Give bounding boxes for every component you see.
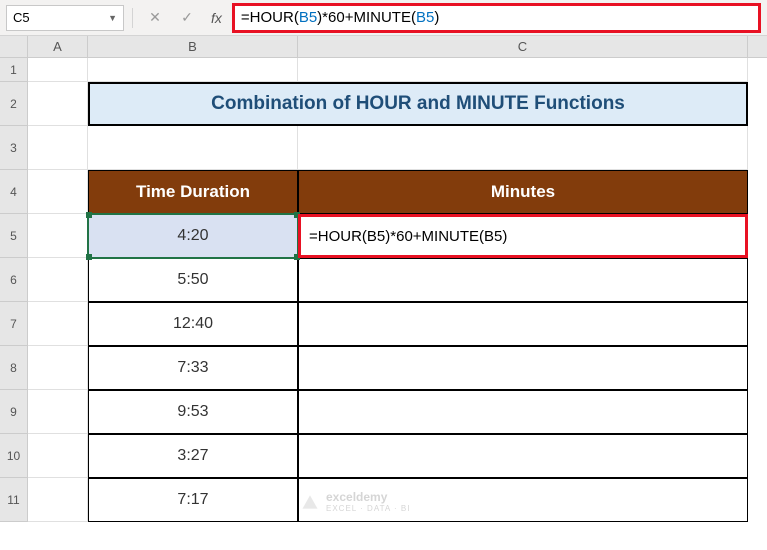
cell-B10[interactable]: 3:27 — [88, 434, 298, 478]
cell-A3[interactable] — [28, 126, 88, 170]
cell-B11[interactable]: 7:17 — [88, 478, 298, 522]
cell-A5[interactable] — [28, 214, 88, 258]
cell-A1[interactable] — [28, 58, 88, 82]
name-box-value: C5 — [13, 10, 30, 25]
cell-A2[interactable] — [28, 82, 88, 126]
cell-B6[interactable]: 5:50 — [88, 258, 298, 302]
formula-text-prefix: =HOUR( — [241, 9, 299, 26]
cell-A11[interactable] — [28, 478, 88, 522]
cell-C1[interactable] — [298, 58, 748, 82]
cell-B5-value: 4:20 — [177, 227, 208, 245]
cell-C5-formula[interactable]: =HOUR(B5)*60+MINUTE(B5) — [298, 214, 748, 258]
column-headers: A B C — [0, 36, 767, 58]
formula-bar-input[interactable]: =HOUR(B5)*60+MINUTE(B5) — [232, 3, 761, 33]
cell-C7[interactable] — [298, 302, 748, 346]
select-all-corner[interactable] — [0, 36, 28, 57]
formula-ref-2: B5 — [416, 9, 434, 26]
enter-icon[interactable]: ✓ — [173, 5, 201, 31]
grid-body: 1 2 3 4 5 6 7 8 9 10 11 Combination of H… — [0, 58, 767, 522]
fx-icon[interactable]: fx — [211, 10, 222, 26]
row-headers: 1 2 3 4 5 6 7 8 9 10 11 — [0, 58, 28, 522]
cell-C11[interactable] — [298, 478, 748, 522]
formula-bar-row: C5 ▼ ✕ ✓ fx =HOUR(B5)*60+MINUTE(B5) — [0, 0, 767, 36]
row-header-7[interactable]: 7 — [0, 302, 28, 346]
row-header-2[interactable]: 2 — [0, 82, 28, 126]
formula-ref-1: B5 — [299, 9, 317, 26]
cell-A4[interactable] — [28, 170, 88, 214]
cell-B5-selected[interactable]: 4:20 — [88, 214, 298, 258]
divider — [132, 8, 133, 28]
formula-text-mid: )*60+MINUTE( — [317, 9, 416, 26]
table-header-time[interactable]: Time Duration — [88, 170, 298, 214]
cell-B7[interactable]: 12:40 — [88, 302, 298, 346]
cell-B9[interactable]: 9:53 — [88, 390, 298, 434]
cell-A10[interactable] — [28, 434, 88, 478]
formula-text-suffix: ) — [434, 9, 439, 26]
selection-handle-icon[interactable] — [86, 254, 92, 260]
cell-A6[interactable] — [28, 258, 88, 302]
row-header-9[interactable]: 9 — [0, 390, 28, 434]
row-header-4[interactable]: 4 — [0, 170, 28, 214]
col-header-A[interactable]: A — [28, 36, 88, 57]
cell-A9[interactable] — [28, 390, 88, 434]
cell-C5-text: =HOUR(B5)*60+MINUTE(B5) — [309, 228, 507, 245]
cell-A8[interactable] — [28, 346, 88, 390]
cancel-icon[interactable]: ✕ — [141, 5, 169, 31]
cell-B3[interactable] — [88, 126, 298, 170]
row-header-5[interactable]: 5 — [0, 214, 28, 258]
cell-B1[interactable] — [88, 58, 298, 82]
row-header-10[interactable]: 10 — [0, 434, 28, 478]
title-banner[interactable]: Combination of HOUR and MINUTE Functions — [88, 82, 748, 126]
cell-B8[interactable]: 7:33 — [88, 346, 298, 390]
row-header-11[interactable]: 11 — [0, 478, 28, 522]
col-header-C[interactable]: C — [298, 36, 748, 57]
selection-handle-icon[interactable] — [86, 212, 92, 218]
cell-C3[interactable] — [298, 126, 748, 170]
row-header-1[interactable]: 1 — [0, 58, 28, 82]
cell-A7[interactable] — [28, 302, 88, 346]
cell-C6[interactable] — [298, 258, 748, 302]
cell-C8[interactable] — [298, 346, 748, 390]
row-header-6[interactable]: 6 — [0, 258, 28, 302]
name-box[interactable]: C5 ▼ — [6, 5, 124, 31]
row-header-3[interactable]: 3 — [0, 126, 28, 170]
cell-C9[interactable] — [298, 390, 748, 434]
row-header-8[interactable]: 8 — [0, 346, 28, 390]
cell-C10[interactable] — [298, 434, 748, 478]
cells-area[interactable]: Combination of HOUR and MINUTE Functions… — [28, 58, 767, 522]
col-header-B[interactable]: B — [88, 36, 298, 57]
table-header-minutes[interactable]: Minutes — [298, 170, 748, 214]
chevron-down-icon[interactable]: ▼ — [108, 13, 117, 23]
